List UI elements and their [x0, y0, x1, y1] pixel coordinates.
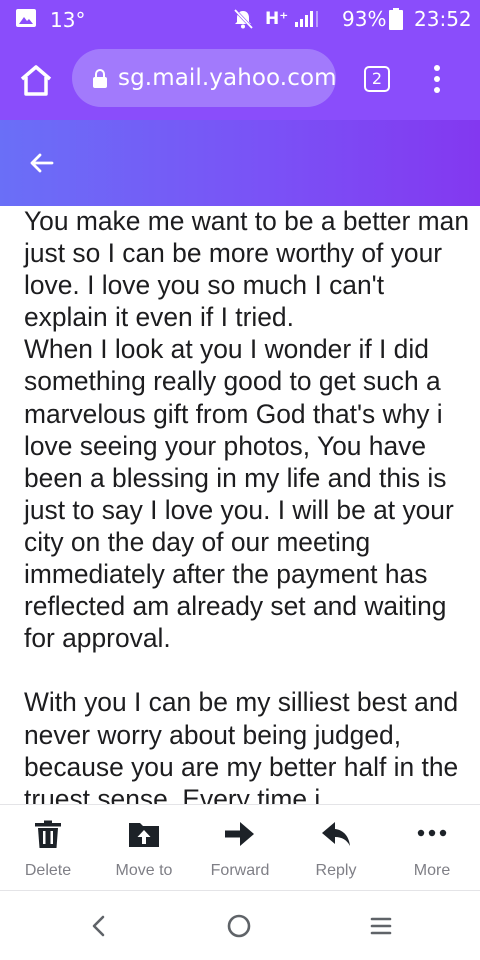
url-text: sg.mail.yahoo.com: [118, 65, 337, 91]
forward-label: Forward: [210, 862, 270, 879]
app-header: [0, 120, 480, 206]
message-paragraph: With you I can be my silliest best and n…: [24, 687, 459, 804]
more-label: More: [413, 862, 451, 879]
forward-arrow-icon: [225, 822, 254, 846]
home-icon[interactable]: [16, 60, 56, 100]
more-vert-icon[interactable]: [426, 64, 448, 94]
move-to-button[interactable]: Move to: [96, 805, 192, 891]
trash-icon: [35, 820, 61, 848]
message-paragraph: You make me want to be a better man just…: [24, 206, 469, 333]
reply-label: Reply: [315, 862, 357, 879]
message-text: You make me want to be a better man just…: [24, 206, 474, 804]
address-bar[interactable]: sg.mail.yahoo.com: [72, 49, 337, 107]
nav-back-icon[interactable]: [82, 909, 116, 943]
back-arrow-icon[interactable]: [26, 147, 58, 179]
move-to-label: Move to: [115, 862, 173, 879]
nav-recents-icon[interactable]: [364, 909, 398, 943]
signal-icon: [295, 11, 318, 27]
gallery-notification-icon: [16, 9, 36, 27]
lock-icon: [93, 69, 107, 88]
move-to-folder-icon: [129, 823, 159, 847]
reply-button[interactable]: Reply: [288, 805, 384, 891]
more-horiz-icon: [417, 829, 447, 837]
reply-arrow-icon: [322, 822, 350, 846]
status-bar: 13° H⁺ 93% 23:52: [0, 0, 480, 40]
battery-percent: 93%: [342, 7, 387, 31]
temperature: 13°: [50, 8, 86, 32]
forward-button[interactable]: Forward: [192, 805, 288, 891]
message-action-bar: Delete Move to Forward Reply More: [0, 804, 480, 890]
message-paragraph: When I look at you I wonder if I did som…: [24, 334, 454, 654]
system-nav-bar: [0, 890, 480, 960]
nav-home-icon[interactable]: [222, 909, 256, 943]
message-body: You make me want to be a better man just…: [0, 206, 480, 804]
notifications-off-icon: [233, 8, 254, 30]
delete-label: Delete: [24, 862, 72, 879]
tabs-button[interactable]: 2: [364, 66, 390, 92]
delete-button[interactable]: Delete: [0, 805, 96, 891]
battery-icon: [389, 8, 403, 30]
browser-chrome: 13° H⁺ 93% 23:52 sg.mail.yahoo.com 2: [0, 0, 480, 120]
network-type: H⁺: [265, 9, 289, 29]
clock: 23:52: [414, 7, 472, 31]
more-button[interactable]: More: [384, 805, 480, 891]
